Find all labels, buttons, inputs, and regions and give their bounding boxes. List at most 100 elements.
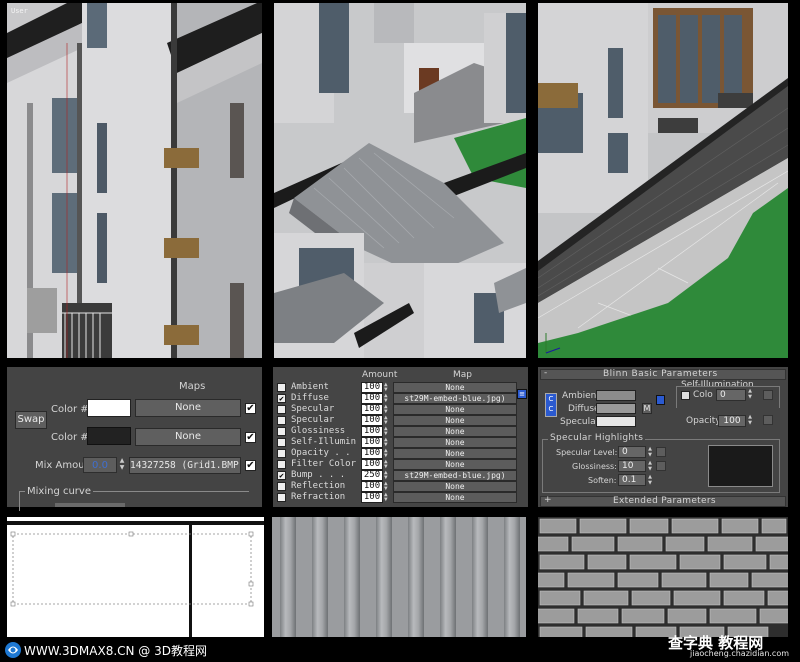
- self-illum-value-input[interactable]: 0: [716, 389, 746, 401]
- map-row-checkbox[interactable]: [277, 405, 286, 414]
- color2-swatch[interactable]: [87, 427, 131, 445]
- map-row-amount[interactable]: 100: [361, 437, 383, 448]
- map-row-spinner[interactable]: ▲ ▼: [384, 393, 388, 404]
- map-row-spinner[interactable]: ▲ ▼: [384, 382, 388, 393]
- diffuse-map-button[interactable]: M: [642, 403, 652, 414]
- map-row-amount[interactable]: 100: [361, 382, 383, 393]
- map-row-checkbox[interactable]: [277, 460, 286, 469]
- map-row-name: Bump . . .: [291, 470, 346, 480]
- map-row-amount[interactable]: 100: [361, 459, 383, 470]
- extended-parameters-rollout[interactable]: + Extended Parameters: [540, 495, 786, 507]
- map-row-filter-color[interactable]: Filter Color 100 ▲ ▼ None: [277, 459, 525, 470]
- glossiness-map-button[interactable]: [656, 461, 666, 471]
- self-illum-spinner[interactable]: ▲ ▼: [747, 388, 753, 400]
- map-row-amount[interactable]: 100: [361, 448, 383, 459]
- rollout-collapse-icon[interactable]: -: [544, 368, 547, 378]
- diffuse-color-swatch[interactable]: [596, 403, 636, 414]
- stone-brick-image: [538, 517, 788, 637]
- map-row-checkbox[interactable]: [277, 438, 286, 447]
- color1-swatch[interactable]: [87, 399, 131, 417]
- map-row-map-button[interactable]: None: [393, 382, 517, 393]
- map-row-spinner[interactable]: ▲ ▼: [384, 481, 388, 492]
- mix-amount-spinner[interactable]: ▲ ▼: [119, 457, 125, 472]
- map-row-spinner[interactable]: ▲ ▼: [384, 470, 388, 481]
- glossiness-input[interactable]: 10: [618, 460, 646, 472]
- map-row-reflection[interactable]: Reflection 100 ▲ ▼ None: [277, 481, 525, 492]
- map-row-amount[interactable]: 100: [361, 481, 383, 492]
- map-row-spinner[interactable]: ▲ ▼: [384, 448, 388, 459]
- map-row-checkbox[interactable]: [277, 383, 286, 392]
- self-illum-map-button[interactable]: [763, 390, 773, 400]
- map-row-spinner[interactable]: ▲ ▼: [384, 437, 388, 448]
- viewport-middle[interactable]: [274, 3, 526, 358]
- specular-level-spinner[interactable]: ▲ ▼: [647, 446, 653, 458]
- map-row-amount[interactable]: 250: [361, 470, 383, 481]
- map-row-map-button[interactable]: None: [393, 426, 517, 437]
- viewport-left[interactable]: User: [7, 3, 262, 358]
- map-row-specular-color[interactable]: Specular 100 ▲ ▼ None: [277, 404, 525, 415]
- map-row-spinner[interactable]: ▲ ▼: [384, 459, 388, 470]
- map-row-map-button[interactable]: None: [393, 481, 517, 492]
- map-row-checkbox[interactable]: ✔: [277, 394, 286, 403]
- map-row-opacity[interactable]: Opacity . . 100 ▲ ▼ None: [277, 448, 525, 459]
- map-row-map-button[interactable]: None: [393, 492, 517, 503]
- specular-level-input[interactable]: 0: [618, 446, 646, 458]
- mix-map-button[interactable]: 14327258 (Grid1.BMP): [129, 457, 241, 474]
- map-row-bump[interactable]: ✔ Bump . . . 250 ▲ ▼ st29M-embed-blue.jpg…: [277, 470, 525, 481]
- map-row-name: Specular: [291, 415, 335, 425]
- map-row-map-button[interactable]: None: [393, 415, 517, 426]
- opacity-map-button[interactable]: [763, 415, 773, 425]
- map-row-spinner[interactable]: ▲ ▼: [384, 426, 388, 437]
- map-row-map-button[interactable]: None: [393, 448, 517, 459]
- map-row-checkbox[interactable]: [277, 482, 286, 491]
- map-row-ambient[interactable]: Ambient 100 ▲ ▼ None: [277, 382, 525, 393]
- swap-button[interactable]: Swap: [15, 411, 47, 429]
- maps-rollout-panel: Amount Map ≡ Ambient 100 ▲ ▼ None ✔ Diffu…: [273, 367, 528, 507]
- opacity-spinner[interactable]: ▲ ▼: [747, 414, 753, 426]
- opacity-input[interactable]: 100: [718, 415, 746, 427]
- lock-ambient-diffuse-icon[interactable]: CC: [545, 393, 557, 417]
- soften-input[interactable]: 0.1: [618, 474, 646, 486]
- ambient-color-swatch[interactable]: [596, 390, 636, 401]
- self-illum-color-checkbox[interactable]: [681, 391, 690, 400]
- map-row-checkbox[interactable]: ✔: [277, 471, 286, 480]
- map-row-specular-level[interactable]: Specular 100 ▲ ▼ None: [277, 415, 525, 426]
- map-row-amount[interactable]: 100: [361, 426, 383, 437]
- blinn-rollout-header[interactable]: - Blinn Basic Parameters: [540, 368, 786, 380]
- soften-spinner[interactable]: ▲ ▼: [647, 474, 653, 486]
- map-row-amount[interactable]: 100: [361, 404, 383, 415]
- map-row-map-button[interactable]: None: [393, 459, 517, 470]
- color1-map-button[interactable]: None: [135, 399, 241, 417]
- watermark-url: jiaocheng.chazidian.com: [690, 649, 790, 658]
- map-row-map-button[interactable]: st29M-embed-blue.jpg): [393, 470, 517, 481]
- map-row-map-button[interactable]: None: [393, 437, 517, 448]
- map-row-map-button[interactable]: st29M-embed-blue.jpg): [393, 393, 517, 404]
- map-row-spinner[interactable]: ▲ ▼: [384, 492, 388, 503]
- color2-map-button[interactable]: None: [135, 428, 241, 446]
- map-row-checkbox[interactable]: [277, 416, 286, 425]
- lock-diffuse-specular-icon[interactable]: [656, 395, 665, 405]
- map-row-checkbox[interactable]: [277, 449, 286, 458]
- map-row-glossiness[interactable]: Glossiness 100 ▲ ▼ None: [277, 426, 525, 437]
- map-row-map-button[interactable]: None: [393, 404, 517, 415]
- mix-map-checkbox[interactable]: ✔: [245, 460, 256, 471]
- map-row-refraction[interactable]: Refraction 100 ▲ ▼ None: [277, 492, 525, 503]
- color1-map-checkbox[interactable]: ✔: [245, 403, 256, 414]
- map-row-amount[interactable]: 100: [361, 492, 383, 503]
- glossiness-spinner[interactable]: ▲ ▼: [647, 460, 653, 472]
- map-row-amount[interactable]: 100: [361, 415, 383, 426]
- viewport-right[interactable]: [538, 3, 788, 358]
- map-row-checkbox[interactable]: [277, 427, 286, 436]
- map-row-spinner[interactable]: ▲ ▼: [384, 415, 388, 426]
- amount-header: Amount: [362, 370, 398, 380]
- map-row-diffuse[interactable]: ✔ Diffuse 100 ▲ ▼ st29M-embed-blue.jpg): [277, 393, 525, 404]
- mix-amount-input[interactable]: 0.0: [83, 457, 117, 473]
- specular-level-map-button[interactable]: [656, 447, 666, 457]
- specular-color-swatch[interactable]: [596, 416, 636, 427]
- color2-map-checkbox[interactable]: ✔: [245, 432, 256, 443]
- map-row-self-illumination[interactable]: Self-Illumin 100 ▲ ▼ None: [277, 437, 525, 448]
- map-row-spinner[interactable]: ▲ ▼: [384, 404, 388, 415]
- rollout-expand-icon[interactable]: +: [544, 495, 552, 505]
- map-row-checkbox[interactable]: [277, 493, 286, 502]
- map-row-amount[interactable]: 100: [361, 393, 383, 404]
